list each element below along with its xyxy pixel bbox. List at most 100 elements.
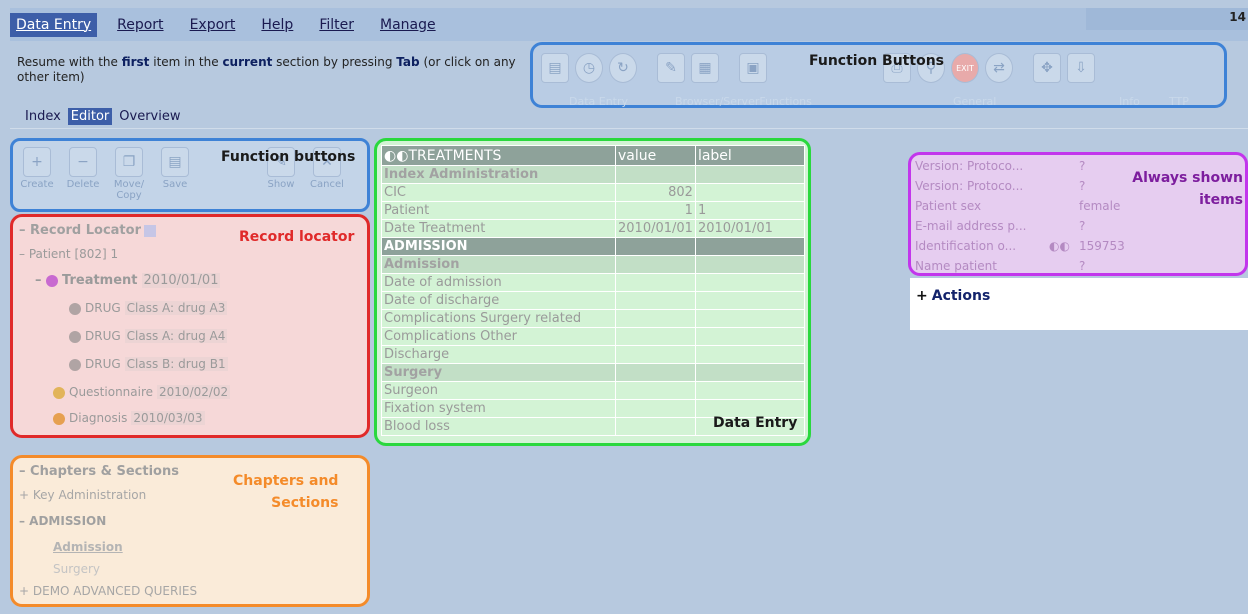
tab-editor[interactable]: Editor [67,108,113,125]
identification-icon[interactable]: ◐◐ [1049,239,1070,253]
table-row[interactable]: Patient 1 1 [381,201,806,220]
form-icon[interactable]: ▣ [739,53,767,83]
table-row[interactable]: Complications Other [381,327,806,346]
table-row[interactable]: Discharge [381,345,806,364]
row-name: Version: Protoco... [915,159,1024,173]
row-name: Name patient [915,259,997,273]
field-name-cell: Patient [381,201,616,220]
section-item[interactable]: Surgery [53,562,100,576]
chapter-item[interactable]: + Key Administration [19,488,146,502]
section-item-active[interactable]: Admission [53,540,123,554]
tree-node-drug[interactable]: DRUG Class B: drug B1 [69,357,228,371]
table-row[interactable]: Date of discharge [381,291,806,310]
document-icon[interactable]: ▦ [691,53,719,83]
label-cell[interactable]: 1 [694,201,806,220]
value-cell[interactable] [615,273,696,292]
label-cell[interactable] [694,309,806,328]
chapters-title[interactable]: – Chapters & Sections [19,464,179,479]
questionnaire-icon [53,386,65,399]
group-label: Data Entry [569,95,629,108]
delete-button[interactable]: − Delete [63,147,103,201]
always-row[interactable]: Version: Protoco...? [915,159,1085,173]
delete-icon: − [69,147,97,177]
value-cell[interactable] [615,291,696,310]
value-cell[interactable] [615,417,696,436]
menu-report[interactable]: Report [111,13,169,37]
chapter-item[interactable]: – ADMISSION [19,514,106,528]
always-row[interactable]: Identification o... ◐◐ 159753 [915,239,1125,253]
label-cell[interactable] [694,273,806,292]
ttp-icon[interactable]: ⇩ [1067,53,1095,83]
find-record-icon[interactable]: ▤ [541,53,569,83]
tree-node-questionnaire[interactable]: Questionnaire 2010/02/02 [53,385,231,399]
move-icon[interactable]: ✥ [1033,53,1061,83]
value-cell[interactable] [615,345,696,364]
table-row[interactable]: Date of admission [381,273,806,292]
value-cell[interactable]: 1 [615,201,696,220]
history-icon[interactable]: ◷ [575,53,603,83]
value-cell[interactable] [615,327,696,346]
chapter-item[interactable]: + DEMO ADVANCED QUERIES [19,584,197,598]
tree-node-drug[interactable]: DRUG Class A: drug A4 [69,329,228,343]
label-cell[interactable] [694,381,806,400]
actions-panel[interactable]: + Actions [910,278,1248,330]
tab-index[interactable]: Index [22,108,64,125]
collapse-icon[interactable]: ◐◐ [384,148,408,164]
value-cell[interactable] [615,399,696,418]
label-cell[interactable] [694,345,806,364]
menu-export[interactable]: Export [184,13,242,37]
table-row[interactable]: CIC 802 [381,183,806,202]
table-row[interactable]: Complications Surgery related [381,309,806,328]
label-cell [694,255,806,274]
menu-data-entry[interactable]: Data Entry [10,12,98,37]
header-cell: value [615,145,696,166]
sync-icon[interactable]: ⇄ [985,53,1013,83]
refresh-icon[interactable]: ↻ [609,53,637,83]
tree-node-patient[interactable]: – Patient [802] 1 [19,247,118,261]
label-cell[interactable]: 2010/01/01 [694,219,806,238]
drug-icon [69,330,81,343]
always-row[interactable]: Name patient? [915,259,1085,273]
label-cell[interactable] [694,183,806,202]
function-buttons-callout: Function Buttons [809,53,944,69]
tree-node-diagnosis[interactable]: Diagnosis 2010/03/03 [53,411,205,425]
chapters-callout-line: Chapters and [233,473,339,489]
menu-help[interactable]: Help [255,13,299,37]
expand-icon[interactable]: + [916,288,928,304]
value-cell[interactable]: 802 [615,183,696,202]
table-row[interactable]: Surgeon [381,381,806,400]
create-button[interactable]: + Create [17,147,57,201]
exit-icon[interactable]: EXIT [951,53,979,83]
chapters-title-text: Chapters & Sections [30,464,179,479]
node-value: 2010/02/02 [157,385,231,399]
label-cell[interactable] [694,291,806,310]
always-row[interactable]: E-mail address p...? [915,219,1085,233]
actions-label: Actions [931,288,991,304]
tree-node-drug[interactable]: DRUG Class A: drug A3 [69,301,228,315]
chapters-callout-line: Sections [271,495,339,511]
move-copy-button[interactable]: ❐ Move/ Copy [109,147,149,201]
value-cell[interactable]: 2010/01/01 [615,219,696,238]
menu-filter[interactable]: Filter [313,13,360,37]
always-row[interactable]: Patient sex female [915,199,1120,213]
field-name-cell: Index Administration [381,165,616,184]
node-label: Diagnosis [69,411,128,425]
edit-icon[interactable]: ✎ [657,53,685,83]
table-row[interactable]: Date Treatment 2010/01/01 2010/01/01 [381,219,806,238]
field-name-cell: Surgeon [381,381,616,400]
save-button[interactable]: ▤ Save [155,147,195,201]
label-cell[interactable] [694,327,806,346]
data-entry-panel: ◐◐TREATMENTS value label Index Administr… [374,138,811,446]
always-row[interactable]: Version: Protoco...? [915,179,1085,193]
menu-manage[interactable]: Manage [374,13,442,37]
table-row: Index Administration [381,165,806,184]
value-cell[interactable] [615,381,696,400]
record-locator-title[interactable]: – Record Locator [19,223,156,238]
table-header: ◐◐TREATMENTS value label [381,145,806,166]
value-cell[interactable] [615,309,696,328]
hint-text: Resume with the first item in the curren… [17,55,537,85]
value-cell [615,237,696,256]
tree-node-treatment[interactable]: – Treatment 2010/01/01 [35,273,221,288]
menu-right-area [1086,8,1248,30]
tab-overview[interactable]: Overview [116,108,183,125]
